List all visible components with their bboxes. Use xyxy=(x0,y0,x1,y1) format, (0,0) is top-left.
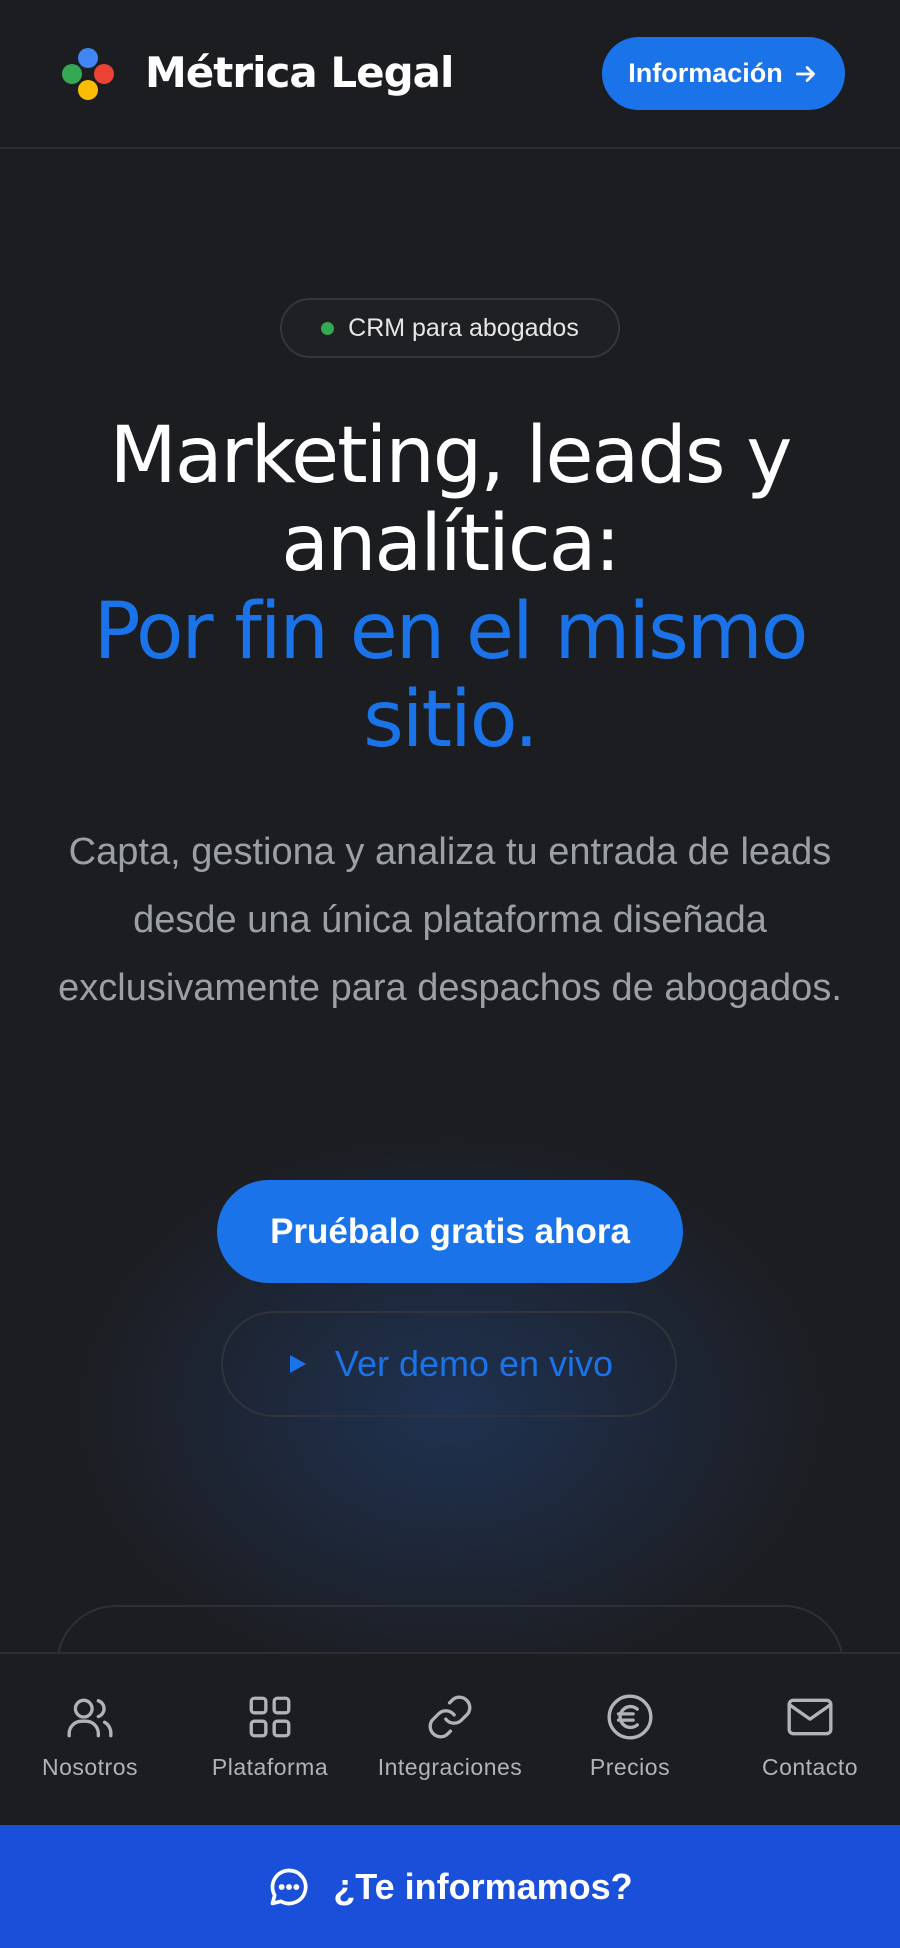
nav-item-plataforma[interactable]: Plataforma xyxy=(180,1654,360,1825)
mail-icon xyxy=(787,1698,833,1736)
nav-item-integraciones[interactable]: Integraciones xyxy=(360,1654,540,1825)
nav-label-nosotros: Nosotros xyxy=(41,1754,139,1780)
info-button[interactable]: Información xyxy=(602,37,845,110)
grid-icon xyxy=(249,1696,291,1738)
euro-icon xyxy=(607,1694,653,1740)
logo-icon[interactable] xyxy=(60,46,116,102)
chat-bar[interactable]: ¿Te informamos? xyxy=(0,1825,900,1948)
hero-subtitle: Capta, gestiona y analiza tu entrada de … xyxy=(58,831,842,1009)
try-free-button[interactable]: Pruébalo gratis ahora xyxy=(217,1180,683,1283)
brand-name[interactable]: Métrica Legal xyxy=(145,48,454,97)
live-demo-label: Ver demo en vivo xyxy=(334,1343,614,1384)
hero-title-line2: analítica: xyxy=(281,499,621,589)
nav-label-plataforma: Plataforma xyxy=(211,1754,329,1780)
status-dot-icon xyxy=(321,321,335,335)
top-header: Métrica Legal Información xyxy=(0,0,900,149)
users-icon xyxy=(67,1698,113,1738)
chat-bubble-icon xyxy=(270,1868,308,1905)
info-button-label: Información xyxy=(628,58,783,88)
arrow-right-icon xyxy=(795,65,815,82)
badge-label: CRM para abogados xyxy=(348,313,579,342)
crm-badge: CRM para abogados xyxy=(280,298,620,358)
nav-label-contacto: Contacto xyxy=(761,1754,859,1780)
live-demo-button[interactable]: Ver demo en vivo xyxy=(221,1311,677,1417)
hero-title: Marketing, leads y analítica: Por fin en… xyxy=(40,412,860,764)
link-icon xyxy=(428,1695,472,1739)
hero-title-line1: Marketing, leads y xyxy=(109,411,793,501)
play-icon xyxy=(289,1355,306,1373)
bottom-nav: Nosotros Plataforma Integraciones Precio… xyxy=(0,1652,900,1825)
chat-label: ¿Te informamos? xyxy=(333,1865,633,1907)
hero-title-line4: sitio. xyxy=(363,675,539,765)
nav-label-integraciones: Integraciones xyxy=(377,1754,523,1780)
hero-title-line3: Por fin en el mismo xyxy=(93,587,809,677)
nav-item-nosotros[interactable]: Nosotros xyxy=(0,1654,180,1825)
nav-item-contacto[interactable]: Contacto xyxy=(720,1654,900,1825)
nav-label-precios: Precios xyxy=(589,1754,671,1780)
nav-item-precios[interactable]: Precios xyxy=(540,1654,720,1825)
